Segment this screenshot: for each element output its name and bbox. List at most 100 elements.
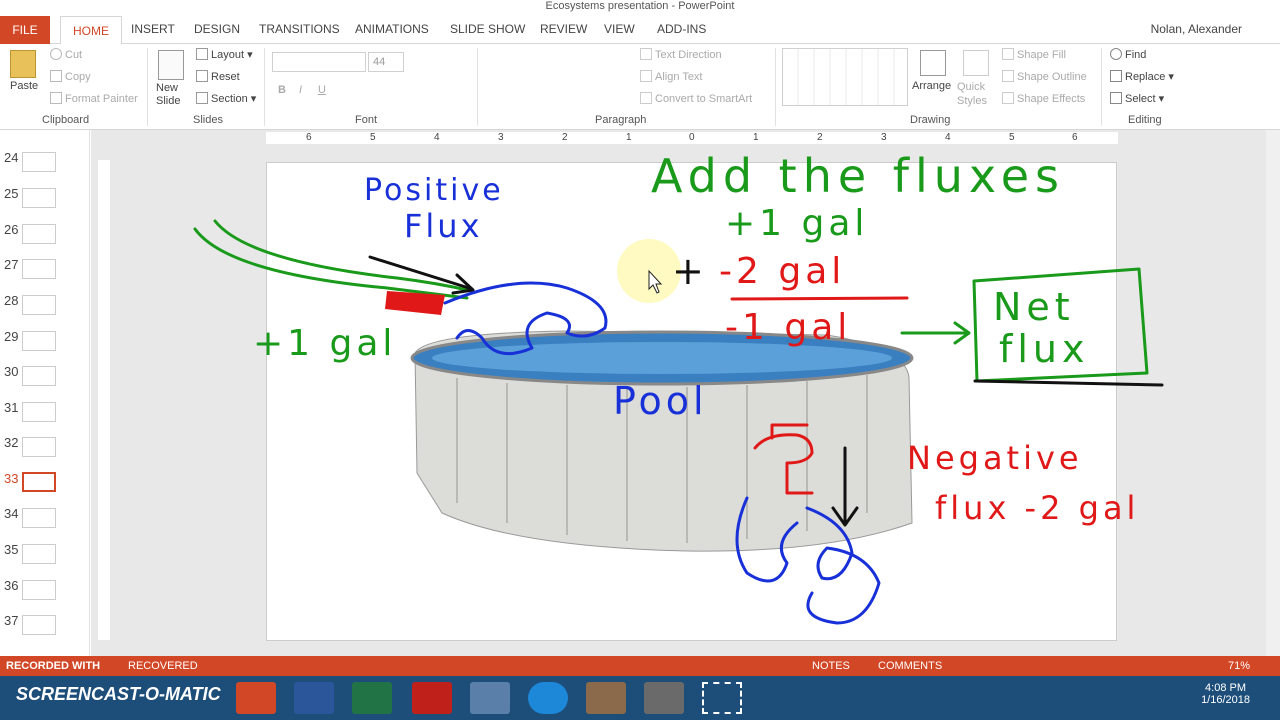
convert-smartart-button[interactable]: Convert to SmartArt bbox=[640, 92, 752, 105]
align-text-button[interactable]: Align Text bbox=[640, 70, 703, 83]
tab-file[interactable]: FILE bbox=[0, 16, 50, 44]
powerpoint-icon[interactable] bbox=[236, 682, 276, 714]
tab-view[interactable]: VIEW bbox=[604, 22, 635, 36]
slide-thumbnail[interactable] bbox=[22, 188, 56, 208]
negative-flux-amount: flux -2 gal bbox=[935, 489, 1140, 527]
replace-button[interactable]: Replace ▾ bbox=[1110, 70, 1174, 83]
text-direction-button[interactable]: Text Direction bbox=[640, 48, 722, 61]
ribbon-tabs: FILE HOME INSERT DESIGN TRANSITIONS ANIM… bbox=[0, 16, 1280, 45]
hose-nozzle bbox=[385, 291, 445, 315]
section-label: Section bbox=[211, 93, 248, 105]
system-clock[interactable]: 4:08 PM 1/16/2018 bbox=[1201, 682, 1250, 706]
excel-icon[interactable] bbox=[352, 682, 392, 714]
format-painter-button[interactable]: Format Painter bbox=[50, 92, 138, 105]
font-family-select[interactable] bbox=[272, 52, 366, 72]
arrange-button[interactable]: Arrange bbox=[912, 80, 951, 92]
cut-button[interactable]: Cut bbox=[50, 48, 82, 61]
text-direction-icon bbox=[640, 48, 652, 60]
paste-button[interactable]: Paste bbox=[10, 80, 38, 92]
layout-button[interactable]: Layout ▾ bbox=[196, 48, 253, 61]
new-slide-button[interactable]: New Slide bbox=[156, 82, 190, 108]
slide-thumbnail[interactable] bbox=[22, 331, 56, 351]
fill-icon bbox=[1002, 48, 1014, 60]
tab-transitions[interactable]: TRANSITIONS bbox=[259, 22, 340, 36]
zoom-level[interactable]: 71% bbox=[1228, 660, 1250, 672]
slide-thumbnail[interactable] bbox=[22, 224, 56, 244]
slide-thumbnail[interactable] bbox=[22, 544, 56, 564]
notes-button[interactable]: NOTES bbox=[812, 660, 850, 672]
bold-button[interactable]: B bbox=[278, 84, 286, 96]
internet-explorer-icon[interactable] bbox=[528, 682, 568, 714]
snipping-tool-icon[interactable] bbox=[470, 682, 510, 714]
slides-group-label: Slides bbox=[193, 114, 223, 126]
ruler-tick: 1 bbox=[626, 132, 632, 143]
app-icon[interactable] bbox=[644, 682, 684, 714]
tab-animations[interactable]: ANIMATIONS bbox=[355, 22, 429, 36]
slide-thumbnail[interactable] bbox=[22, 402, 56, 422]
pool-illustration bbox=[410, 330, 914, 552]
slide-thumbnail[interactable] bbox=[22, 152, 56, 172]
font-group-label: Font bbox=[355, 114, 378, 126]
tab-insert[interactable]: INSERT bbox=[131, 22, 175, 36]
shape-effects-button[interactable]: Shape Effects bbox=[1002, 92, 1085, 105]
section-icon bbox=[196, 92, 208, 104]
screen-capture-icon[interactable] bbox=[702, 682, 742, 714]
new-slide-icon bbox=[158, 50, 184, 80]
slide-thumbnail[interactable] bbox=[22, 259, 56, 279]
font-size-select[interactable]: 44 bbox=[368, 52, 404, 72]
tab-review[interactable]: REVIEW bbox=[540, 22, 587, 36]
slide-number: 25 bbox=[4, 186, 19, 201]
align-text-icon bbox=[640, 70, 652, 82]
ruler-tick: 3 bbox=[881, 132, 887, 143]
slide-canvas[interactable]: Positive Flux +1 gal Add the fluxes +1 g… bbox=[193, 149, 1164, 641]
net-flux-label-line2: flux bbox=[999, 327, 1090, 371]
slide-thumbnail[interactable] bbox=[22, 508, 56, 528]
acrobat-icon[interactable] bbox=[412, 682, 452, 714]
word-icon[interactable] bbox=[294, 682, 334, 714]
select-label: Select bbox=[1125, 93, 1156, 105]
outline-icon bbox=[1002, 70, 1014, 82]
italic-button[interactable]: I bbox=[299, 84, 302, 96]
shape-outline-button[interactable]: Shape Outline bbox=[1002, 70, 1087, 83]
plus-sign: + bbox=[672, 249, 704, 293]
slide-number: 26 bbox=[4, 222, 19, 237]
select-button[interactable]: Select ▾ bbox=[1110, 92, 1164, 105]
divider bbox=[1101, 48, 1102, 126]
slide-thumbnail[interactable] bbox=[22, 295, 56, 315]
slide-number: 24 bbox=[4, 150, 19, 165]
shapes-gallery[interactable] bbox=[782, 48, 908, 106]
slide-heading: Add the fluxes bbox=[651, 149, 1065, 203]
comments-button[interactable]: COMMENTS bbox=[878, 660, 942, 672]
tab-home[interactable]: HOME bbox=[60, 16, 122, 45]
vertical-scrollbar[interactable] bbox=[1266, 130, 1280, 656]
slide-thumbnail[interactable] bbox=[22, 580, 56, 600]
ruler-tick: 2 bbox=[817, 132, 823, 143]
find-button[interactable]: Find bbox=[1110, 48, 1146, 61]
user-name[interactable]: Nolan, Alexander bbox=[1151, 22, 1242, 36]
slide-thumbnails-panel: 24 25 26 27 28 29 30 31 32 33 34 35 36 3… bbox=[0, 130, 90, 656]
shape-fill-button[interactable]: Shape Fill bbox=[1002, 48, 1066, 61]
text-direction-label: Text Direction bbox=[655, 49, 722, 61]
reset-button[interactable]: Reset bbox=[196, 70, 240, 83]
paint-icon[interactable] bbox=[586, 682, 626, 714]
flux-plus-one: +1 gal bbox=[725, 203, 869, 244]
slide-thumbnail[interactable] bbox=[22, 437, 56, 457]
ruler-tick: 4 bbox=[945, 132, 951, 143]
underline-button[interactable]: U bbox=[318, 84, 326, 96]
pool-label: Pool bbox=[613, 379, 708, 423]
section-button[interactable]: Section ▾ bbox=[196, 92, 256, 105]
slide-thumbnail-active[interactable] bbox=[22, 472, 56, 492]
copy-button[interactable]: Copy bbox=[50, 70, 91, 83]
slide-thumbnail[interactable] bbox=[22, 615, 56, 635]
slide-thumbnail[interactable] bbox=[22, 366, 56, 386]
align-text-label: Align Text bbox=[655, 71, 703, 83]
quick-styles-button[interactable]: Quick Styles bbox=[957, 80, 997, 108]
tab-slide-show[interactable]: SLIDE SHOW bbox=[450, 22, 525, 36]
ruler-tick: 1 bbox=[753, 132, 759, 143]
positive-flux-amount: +1 gal bbox=[253, 323, 397, 364]
title-bar: Ecosystems presentation - PowerPoint bbox=[0, 0, 1280, 16]
tab-design[interactable]: DESIGN bbox=[194, 22, 240, 36]
ruler-tick: 6 bbox=[306, 132, 312, 143]
tab-add-ins[interactable]: ADD-INS bbox=[657, 22, 706, 36]
brush-icon bbox=[50, 92, 62, 104]
